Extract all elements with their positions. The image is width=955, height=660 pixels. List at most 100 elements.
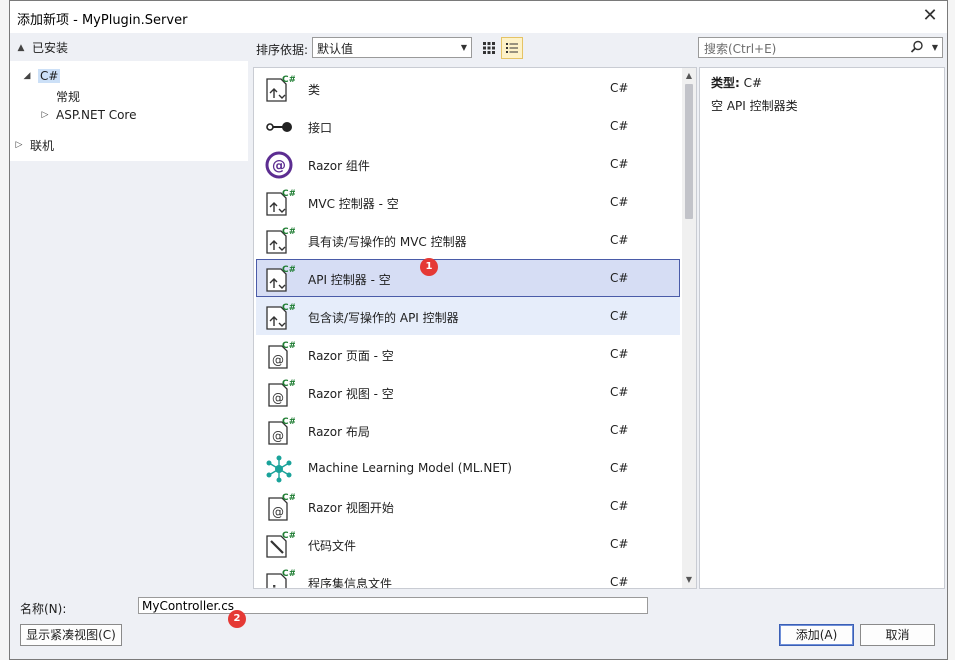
interface-icon xyxy=(263,111,295,143)
svg-text:C#: C# xyxy=(282,227,295,237)
expanded-triangle-icon[interactable]: ◢ xyxy=(22,71,32,81)
detail-type-line: 类型: C# xyxy=(711,74,762,91)
tree-item-aspnet-core[interactable]: ▷ ASP.NET Core xyxy=(40,106,137,124)
template-row[interactable]: C# 具有读/写操作的 MVC 控制器 C# xyxy=(256,221,680,259)
tree-item-online[interactable]: ▷ 联机 xyxy=(14,136,54,154)
tree-item-general-label: 常规 xyxy=(56,89,81,104)
sort-value: 默认值 xyxy=(317,42,354,56)
template-language: C# xyxy=(610,157,629,171)
detail-panel: 类型: C# 空 API 控制器类 xyxy=(699,67,945,589)
collapsed-triangle-icon[interactable]: ▷ xyxy=(14,140,24,150)
svg-text:C#: C# xyxy=(282,303,295,313)
grid-view-icon xyxy=(483,42,495,54)
svg-text:i: i xyxy=(272,584,276,589)
template-language: C# xyxy=(610,347,629,361)
grid-view-button[interactable] xyxy=(478,37,500,59)
template-name: 代码文件 xyxy=(308,539,357,553)
tree-item-csharp-label: C# xyxy=(38,69,61,83)
scroll-thumb[interactable] xyxy=(685,84,693,219)
svg-text:@: @ xyxy=(272,158,286,174)
name-label: 名称(N): xyxy=(20,602,67,616)
template-language: C# xyxy=(610,385,629,399)
template-row[interactable]: C# MVC 控制器 - 空 C# xyxy=(256,183,680,221)
template-language: C# xyxy=(610,233,629,247)
category-tree: ▲ 已安装 ◢ C# 常规 ▷ ASP.NET Core ▷ 联机 xyxy=(10,33,248,589)
assembly-info-icon: i C# xyxy=(263,567,296,589)
template-language: C# xyxy=(610,461,629,475)
search-icon[interactable] xyxy=(910,40,924,57)
template-name: Razor 组件 xyxy=(308,159,370,173)
svg-text:C#: C# xyxy=(282,341,295,351)
template-name: Razor 视图开始 xyxy=(308,501,394,515)
template-name: API 控制器 - 空 xyxy=(308,273,391,287)
template-language: C# xyxy=(610,537,629,551)
template-row[interactable]: @ Razor 组件 C# xyxy=(256,145,680,183)
template-name: 程序集信息文件 xyxy=(308,577,393,589)
add-new-item-dialog: 添加新项 - MyPlugin.Server ✕ ▲ 已安装 ◢ C# 常规 ▷… xyxy=(9,0,948,660)
detail-type-label: 类型: xyxy=(711,76,740,90)
sort-dropdown[interactable]: 默认值 ▼ xyxy=(312,37,472,58)
template-row[interactable]: Machine Learning Model (ML.NET) C# xyxy=(256,449,680,487)
svg-text:@: @ xyxy=(272,353,284,367)
template-language: C# xyxy=(610,499,629,513)
tree-item-aspnet-label: ASP.NET Core xyxy=(56,108,137,122)
template-language: C# xyxy=(610,81,629,95)
template-row[interactable]: i C# 程序集信息文件 C# xyxy=(256,563,680,589)
scroll-up-arrow-icon[interactable]: ▲ xyxy=(682,69,696,83)
ml-model-icon xyxy=(263,453,295,485)
search-input[interactable]: 搜索(Ctrl+E) ▼ xyxy=(698,37,943,58)
template-row[interactable]: @ C# Razor 视图 - 空 C# xyxy=(256,373,680,411)
razor-page-icon: @ C# xyxy=(263,339,296,371)
detail-description: 空 API 控制器类 xyxy=(711,99,798,113)
search-placeholder: 搜索(Ctrl+E) xyxy=(704,42,777,56)
svg-text:C#: C# xyxy=(282,531,295,541)
svg-text:@: @ xyxy=(272,429,284,443)
tree-item-general[interactable]: 常规 xyxy=(56,87,80,105)
list-view-icon xyxy=(506,43,518,53)
tree-installed-label: 已安装 xyxy=(32,41,69,55)
add-button[interactable]: 添加(A) xyxy=(779,624,854,646)
template-row[interactable]: C# 类 C# xyxy=(256,69,680,107)
class-icon: C# xyxy=(263,73,296,105)
razor-page-icon: @ C# xyxy=(263,491,296,523)
template-row[interactable]: C# 代码文件 C# xyxy=(256,525,680,563)
template-language: C# xyxy=(610,309,629,323)
template-language: C# xyxy=(610,271,629,285)
template-row[interactable]: C# 包含读/写操作的 API 控制器 C# xyxy=(256,297,680,335)
tree-item-csharp[interactable]: ◢ C# xyxy=(22,67,61,85)
controller-icon: C# xyxy=(263,225,296,257)
annotation-badge-2: 2 xyxy=(228,610,246,628)
compact-view-button[interactable]: 显示紧凑视图(C) xyxy=(20,624,122,646)
template-row[interactable]: C# API 控制器 - 空 C# xyxy=(256,259,680,297)
list-scrollbar[interactable]: ▲ ▼ xyxy=(682,68,696,588)
controller-icon: C# xyxy=(263,187,296,219)
template-row[interactable]: @ C# Razor 视图开始 C# xyxy=(256,487,680,525)
controller-icon: C# xyxy=(263,263,296,295)
chevron-down-icon[interactable]: ▼ xyxy=(932,43,938,52)
template-name: 包含读/写操作的 API 控制器 xyxy=(308,311,459,325)
scroll-down-arrow-icon[interactable]: ▼ xyxy=(682,573,696,587)
controller-icon: C# xyxy=(263,301,296,333)
razor-page-icon: @ C# xyxy=(263,415,296,447)
svg-text:C#: C# xyxy=(282,265,295,275)
template-row[interactable]: @ C# Razor 页面 - 空 C# xyxy=(256,335,680,373)
annotation-badge-1: 1 xyxy=(420,258,438,276)
close-button[interactable]: ✕ xyxy=(919,5,941,27)
collapsed-triangle-icon[interactable]: ▷ xyxy=(40,110,50,120)
code-file-icon: C# xyxy=(263,529,296,561)
template-language: C# xyxy=(610,423,629,437)
name-field[interactable] xyxy=(138,597,648,614)
list-view-button[interactable] xyxy=(501,37,523,59)
tree-item-online-label: 联机 xyxy=(30,138,55,153)
tree-installed-header[interactable]: ▲ 已安装 xyxy=(16,39,68,56)
svg-text:C#: C# xyxy=(282,569,295,579)
template-row[interactable]: 接口 C# xyxy=(256,107,680,145)
template-row[interactable]: @ C# Razor 布局 C# xyxy=(256,411,680,449)
template-name: MVC 控制器 - 空 xyxy=(308,197,399,211)
template-name: Razor 视图 - 空 xyxy=(308,387,394,401)
cancel-button[interactable]: 取消 xyxy=(860,624,935,646)
template-name: 具有读/写操作的 MVC 控制器 xyxy=(308,235,467,249)
collapse-triangle-icon[interactable]: ▲ xyxy=(16,43,26,53)
svg-text:@: @ xyxy=(272,391,284,405)
svg-text:C#: C# xyxy=(282,189,295,199)
